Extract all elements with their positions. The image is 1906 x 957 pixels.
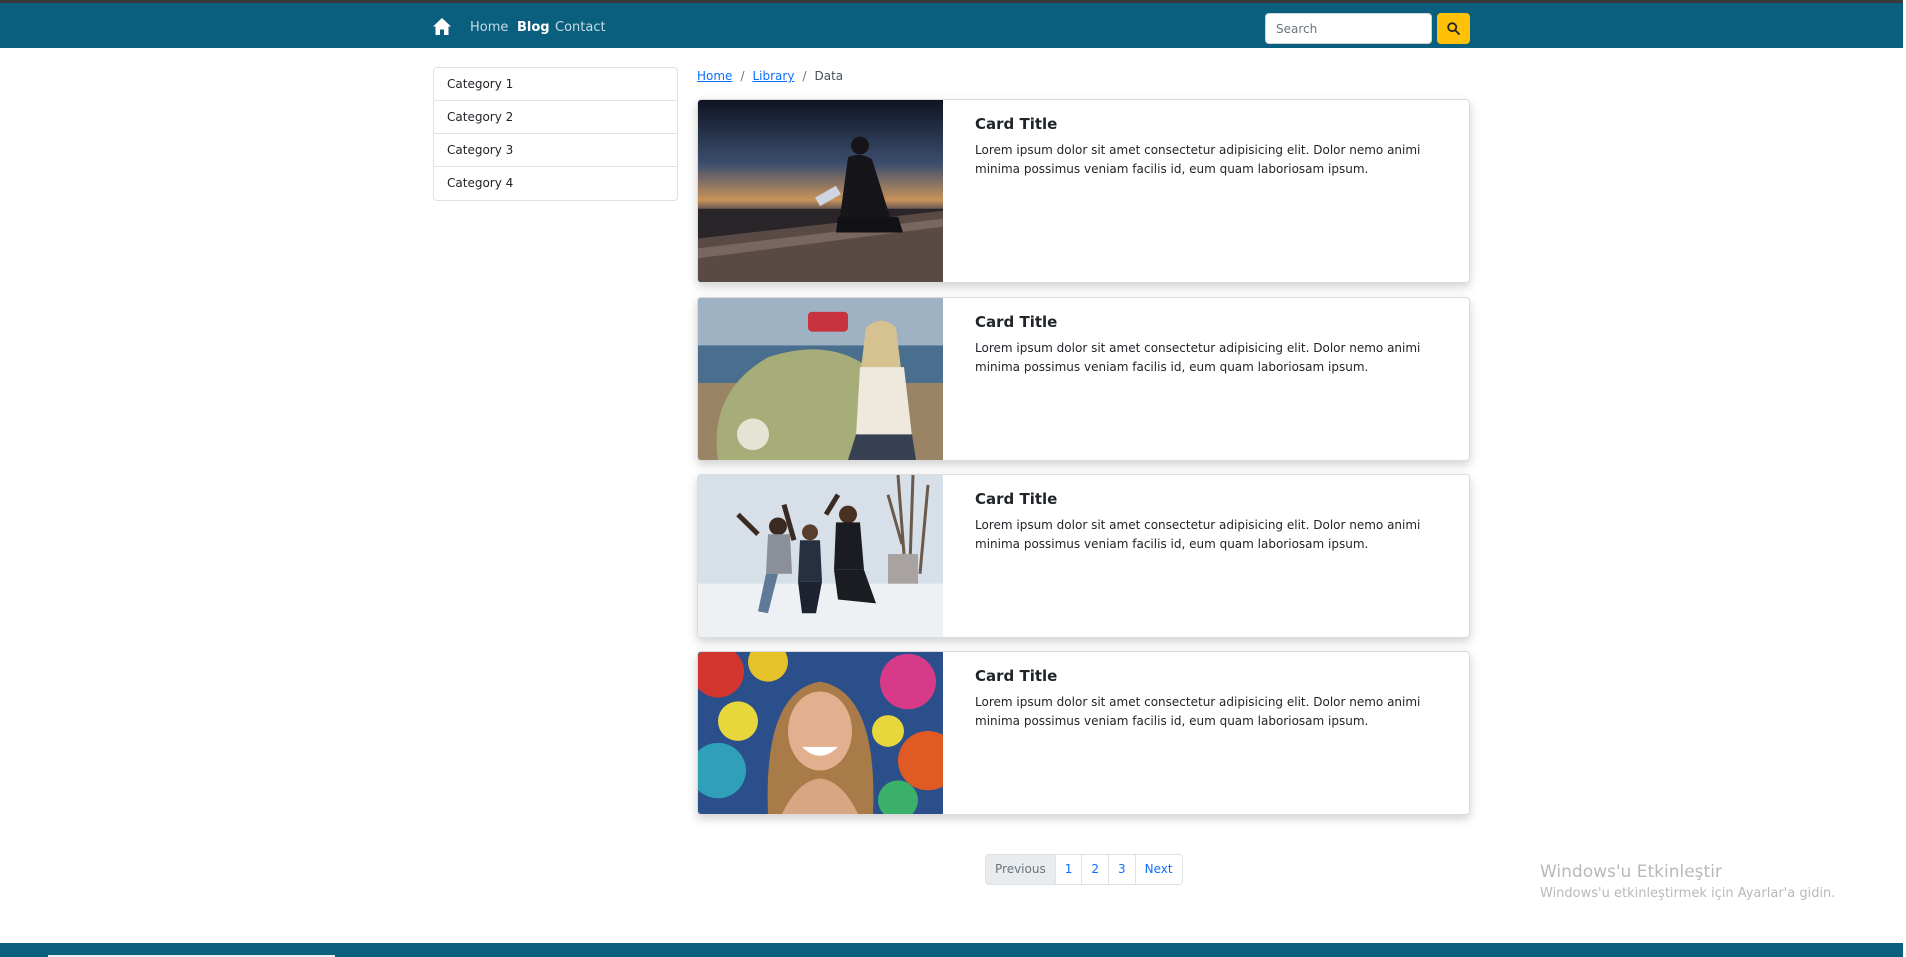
card-body: Card Title Lorem ipsum dolor sit amet co… xyxy=(975,490,1441,554)
top-navbar: Home Blog Contact xyxy=(0,3,1903,48)
breadcrumb-link-home[interactable]: Home xyxy=(697,69,732,83)
blog-card-2[interactable]: Card Title Lorem ipsum dolor sit amet co… xyxy=(697,297,1470,461)
blog-card-1[interactable]: Card Title Lorem ipsum dolor sit amet co… xyxy=(697,99,1470,283)
category-sidebar: Category 1 Category 2 Category 3 Categor… xyxy=(433,67,678,201)
card-body: Card Title Lorem ipsum dolor sit amet co… xyxy=(975,313,1441,377)
card-image-4 xyxy=(698,652,943,814)
breadcrumb-separator: / xyxy=(802,69,807,83)
watermark-title: Windows'u Etkinleştir xyxy=(1540,862,1722,882)
windows-activation-watermark: Windows'u Etkinleştir Windows'u etkinleş… xyxy=(1540,862,1835,901)
breadcrumb-current: Data xyxy=(814,69,844,83)
card-text: Lorem ipsum dolor sit amet consectetur a… xyxy=(975,341,1421,374)
card-body: Card Title Lorem ipsum dolor sit amet co… xyxy=(975,115,1441,179)
card-image-3 xyxy=(698,475,943,637)
card-image-1 xyxy=(698,100,943,282)
category-item-1[interactable]: Category 1 xyxy=(434,68,677,101)
blog-card-4[interactable]: Card Title Lorem ipsum dolor sit amet co… xyxy=(697,651,1470,815)
pagination-next[interactable]: Next xyxy=(1135,855,1182,884)
card-text: Lorem ipsum dolor sit amet consectetur a… xyxy=(975,518,1421,551)
watermark-subtitle: Windows'u etkinleştirmek için Ayarlar'a … xyxy=(1540,886,1836,901)
category-item-2[interactable]: Category 2 xyxy=(434,101,677,134)
card-text: Lorem ipsum dolor sit amet consectetur a… xyxy=(975,695,1421,728)
card-text: Lorem ipsum dolor sit amet consectetur a… xyxy=(975,143,1421,176)
search-icon xyxy=(1447,22,1460,35)
pagination-previous[interactable]: Previous xyxy=(986,855,1056,884)
breadcrumb-separator: / xyxy=(740,69,745,83)
card-image-2 xyxy=(698,298,943,460)
search-input[interactable] xyxy=(1265,13,1432,44)
pagination: Previous 1 2 3 Next xyxy=(985,854,1183,885)
card-title: Card Title xyxy=(975,313,1058,331)
category-item-3[interactable]: Category 3 xyxy=(434,134,677,167)
card-title: Card Title xyxy=(975,115,1058,133)
pagination-page-1[interactable]: 1 xyxy=(1055,855,1083,884)
nav-link-home[interactable]: Home xyxy=(470,20,508,35)
page-footer xyxy=(0,943,1903,957)
nav-link-contact[interactable]: Contact xyxy=(555,20,606,35)
home-icon[interactable] xyxy=(432,17,452,36)
category-item-4[interactable]: Category 4 xyxy=(434,167,677,200)
pagination-page-3[interactable]: 3 xyxy=(1109,855,1136,884)
card-title: Card Title xyxy=(975,490,1058,508)
blog-card-3[interactable]: Card Title Lorem ipsum dolor sit amet co… xyxy=(697,474,1470,638)
breadcrumb-link-library[interactable]: Library xyxy=(752,69,794,83)
pagination-page-2[interactable]: 2 xyxy=(1082,855,1109,884)
search-button[interactable] xyxy=(1437,13,1470,44)
card-title: Card Title xyxy=(975,667,1058,685)
breadcrumb: Home / Library / Data xyxy=(697,69,843,83)
card-body: Card Title Lorem ipsum dolor sit amet co… xyxy=(975,667,1441,731)
nav-link-blog[interactable]: Blog xyxy=(517,20,550,35)
